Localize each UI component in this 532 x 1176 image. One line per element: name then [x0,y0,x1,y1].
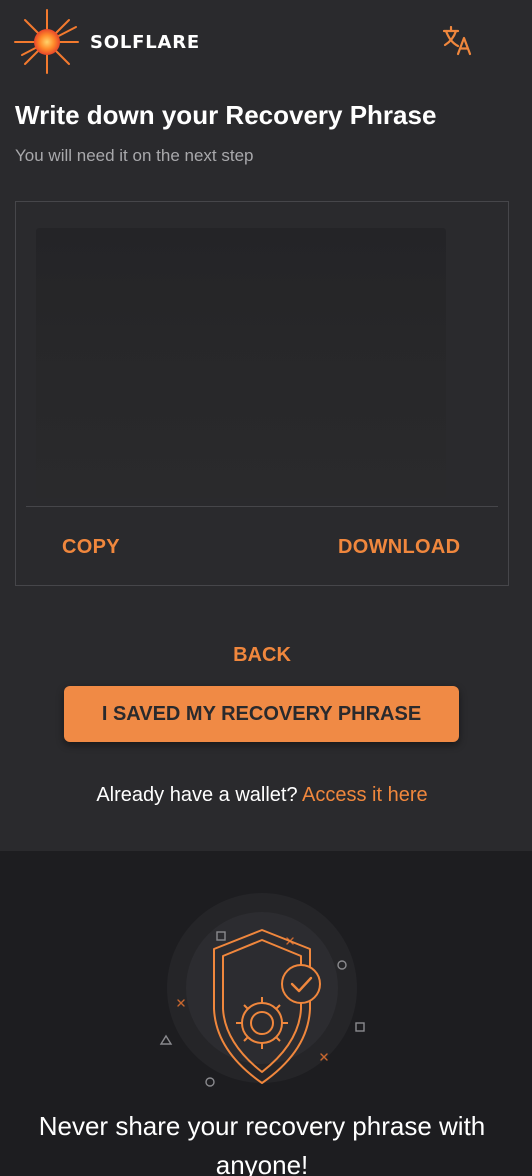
translate-icon[interactable] [442,26,474,56]
recovery-phrase-card: COPY DOWNLOAD [15,201,509,586]
download-button[interactable]: DOWNLOAD [338,536,460,559]
access-wallet-line: Already have a wallet? Access it here [0,784,524,807]
page-subtitle: You will need it on the next step [15,146,254,165]
brand-name: SOLFLARE [90,32,200,53]
recovery-phrase-area [36,228,446,498]
main-panel: SOLFLARE Write down your Recovery Phrase… [0,0,532,851]
sun-flare-icon [14,9,79,74]
back-button[interactable]: BACK [0,644,524,667]
divider [26,506,498,507]
access-prompt: Already have a wallet? [96,784,298,806]
page-title: Write down your Recovery Phrase [15,100,437,130]
security-warning: Never share your recovery phrase with an… [38,1111,486,1176]
header: SOLFLARE [0,0,532,86]
copy-button[interactable]: COPY [62,536,120,559]
security-notice: Never share your recovery phrase with an… [0,851,532,1176]
shield-gear-check-icon [159,893,365,1087]
saved-phrase-button[interactable]: I SAVED MY RECOVERY PHRASE [64,686,459,742]
access-link[interactable]: Access it here [302,784,428,806]
